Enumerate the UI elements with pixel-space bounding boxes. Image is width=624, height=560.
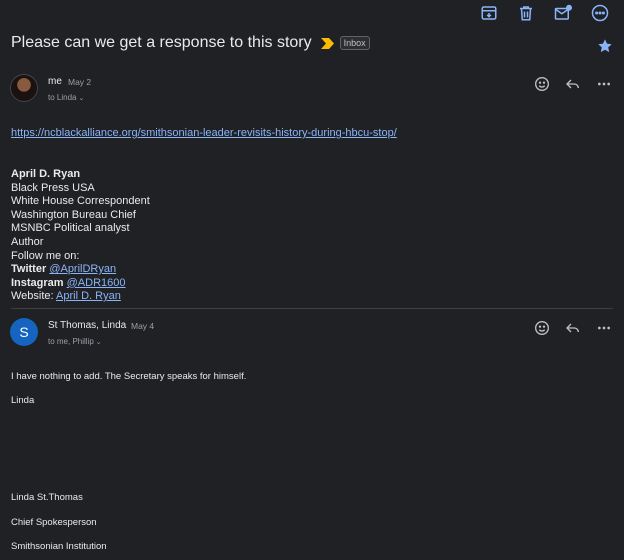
instagram-line: Instagram @ADR1600 — [11, 277, 150, 291]
mark-unread-icon[interactable] — [553, 3, 573, 23]
recipients-toggle[interactable]: to me, Phillip ⌄ — [48, 337, 102, 346]
message-actions — [534, 320, 612, 336]
message-date: May 2 — [68, 77, 92, 87]
website-line: Website: April D. Ryan — [11, 290, 150, 304]
recipients-toggle[interactable]: to Linda ⌄ — [48, 93, 84, 102]
website-label: Website: — [11, 290, 54, 303]
more-vertical-icon[interactable] — [596, 76, 612, 92]
instagram-link[interactable]: @ADR1600 — [67, 277, 126, 289]
twitter-label: Twitter — [11, 263, 47, 276]
sender-name[interactable]: St Thomas, Linda — [48, 320, 126, 331]
message-actions — [534, 76, 612, 92]
message-body-text: Linda — [11, 395, 35, 406]
chevron-down-icon: ⌄ — [78, 95, 85, 102]
reply-icon[interactable] — [565, 76, 581, 92]
star-icon[interactable] — [597, 38, 613, 54]
twitter-link[interactable]: @AprilDRyan — [49, 263, 116, 275]
message-date: May 4 — [131, 321, 155, 331]
email-signature: April D. Ryan Black Press USA White Hous… — [11, 168, 150, 304]
important-marker-icon[interactable] — [320, 37, 334, 49]
sender-name[interactable]: me — [48, 76, 62, 87]
inbox-label[interactable]: Inbox — [339, 36, 370, 50]
trash-icon[interactable] — [516, 3, 536, 23]
email-subject: Please can we get a response to this sto… — [11, 34, 312, 51]
twitter-line: Twitter @AprilDRyan — [11, 263, 150, 277]
signature-line: Washington Bureau Chief — [11, 208, 136, 221]
follow-text: Follow me on: — [11, 249, 80, 262]
sender-avatar[interactable] — [10, 74, 38, 102]
signature-line: Author — [11, 235, 44, 248]
website-link[interactable]: April D. Ryan — [56, 290, 121, 302]
signature-line: MSNBC Political analyst — [11, 222, 130, 235]
recipients-text: to Linda — [48, 93, 77, 102]
emoji-react-icon[interactable] — [534, 76, 550, 92]
more-vertical-icon[interactable] — [596, 320, 612, 336]
instagram-label: Instagram — [11, 276, 64, 289]
message-toolbar — [479, 3, 610, 23]
recipients-text: to me, Phillip — [48, 337, 94, 346]
signature-line: Black Press USA — [11, 181, 95, 194]
subject-row: Please can we get a response to this sto… — [11, 34, 370, 52]
emoji-react-icon[interactable] — [534, 320, 550, 336]
signature-line: Linda St.Thomas — [11, 492, 83, 503]
archive-icon[interactable] — [479, 3, 499, 23]
sender-avatar[interactable]: S — [10, 318, 38, 346]
chevron-down-icon: ⌄ — [95, 339, 102, 346]
message-divider — [11, 308, 613, 309]
signature-name: April D. Ryan — [11, 168, 81, 180]
signature-line: Smithsonian Institution — [11, 541, 107, 552]
more-options-icon[interactable] — [590, 3, 610, 23]
story-link[interactable]: https://ncblackalliance.org/smithsonian-… — [11, 127, 397, 139]
signature-line: White House Correspondent — [11, 195, 150, 208]
message-body-text: I have nothing to add. The Secretary spe… — [11, 371, 247, 382]
reply-icon[interactable] — [565, 320, 581, 336]
signature-line: Chief Spokesperson — [11, 517, 97, 528]
